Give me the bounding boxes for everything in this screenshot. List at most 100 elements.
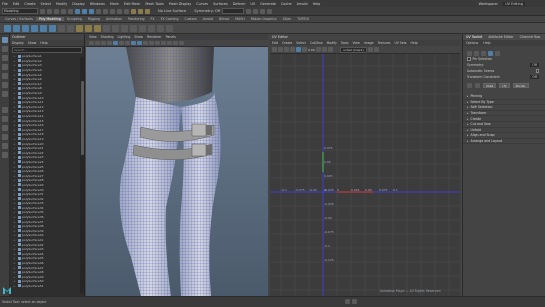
- menu-uv[interactable]: UV: [250, 2, 255, 6]
- lights-icon[interactable]: [155, 40, 160, 46]
- expand-arrow-icon[interactable]: +: [13, 233, 16, 237]
- auto-seams-checkbox[interactable]: [535, 69, 539, 73]
- poly-cylinder-icon[interactable]: [22, 24, 29, 32]
- snap-curve-icon[interactable]: [103, 8, 108, 14]
- auto-map-icon[interactable]: [166, 24, 173, 32]
- menu-edit-mesh[interactable]: Edit Mesh: [124, 2, 141, 6]
- uv-snapshot-icon[interactable]: [328, 47, 333, 52]
- expand-arrow-icon[interactable]: +: [13, 261, 16, 265]
- combine-icon[interactable]: [76, 24, 83, 32]
- expand-arrow-icon[interactable]: +: [13, 77, 16, 81]
- expand-arrow-icon[interactable]: +: [13, 91, 16, 95]
- expand-arrow-icon[interactable]: +: [13, 155, 16, 159]
- ambient-occlusion-icon[interactable]: [167, 40, 172, 46]
- expand-arrow-icon[interactable]: +: [13, 109, 16, 113]
- single-view-icon[interactable]: [2, 107, 8, 113]
- expand-arrow-icon[interactable]: +: [13, 137, 16, 141]
- expand-arrow-icon[interactable]: +: [13, 178, 16, 182]
- shell-button[interactable]: Shell: [483, 82, 497, 88]
- select-component-icon[interactable]: [89, 8, 94, 14]
- redo-icon[interactable]: [68, 8, 73, 14]
- symmetry-dropdown[interactable]: Off: [530, 63, 539, 67]
- shadows-icon[interactable]: [161, 40, 166, 46]
- menu-edit[interactable]: Edit: [13, 2, 20, 6]
- uv-toolkit-menu-options[interactable]: Options: [466, 40, 478, 46]
- uv-frame-icon[interactable]: [374, 47, 379, 52]
- expand-arrow-icon[interactable]: +: [13, 54, 16, 58]
- expand-arrow-icon[interactable]: +: [13, 119, 16, 123]
- save-scene-icon[interactable]: [54, 8, 59, 14]
- expand-arrow-icon[interactable]: +: [13, 86, 16, 90]
- image-plane-icon[interactable]: [107, 40, 112, 46]
- paint-select-icon[interactable]: [2, 55, 8, 61]
- expand-arrow-icon[interactable]: +: [13, 229, 16, 233]
- shelf-tab[interactable]: Animation: [103, 17, 125, 21]
- shelf-tab[interactable]: TURTLE: [294, 17, 312, 21]
- menu-file[interactable]: File: [2, 2, 8, 6]
- poly-sphere-icon[interactable]: [4, 24, 11, 32]
- multi-cut-icon[interactable]: [130, 24, 137, 32]
- camera-icon[interactable]: [89, 40, 94, 46]
- render-icon[interactable]: [131, 8, 136, 14]
- shelf-tab[interactable]: FX Caching: [158, 17, 182, 21]
- uv-editor-canvas[interactable]: -0.1 -0.075 -0.05 -0.025 0 0.025 0.05 0.075 0.1 0…: [270, 54, 460, 296]
- new-scene-icon[interactable]: [40, 8, 45, 14]
- expand-arrow-icon[interactable]: +: [13, 169, 16, 173]
- command-line-icon[interactable]: [352, 299, 357, 304]
- graph-layout-icon[interactable]: [2, 152, 8, 158]
- poly-cube-icon[interactable]: [13, 24, 20, 32]
- expand-arrow-icon[interactable]: +: [13, 284, 16, 288]
- snap-point-icon[interactable]: [110, 8, 115, 14]
- move-tool-icon[interactable]: [2, 64, 8, 70]
- tab-channel-box[interactable]: Channel Box: [520, 34, 541, 40]
- tab-attribute-editor[interactable]: Attribute Editor: [488, 34, 513, 40]
- menu-surfaces[interactable]: Surfaces: [213, 2, 228, 6]
- uv-grid-icon[interactable]: [290, 47, 295, 52]
- expand-arrow-icon[interactable]: +: [13, 192, 16, 196]
- uv-toolkit-section[interactable]: ▸ Arrange and Layout: [463, 139, 545, 145]
- expand-arrow-icon[interactable]: +: [13, 100, 16, 104]
- expand-arrow-icon[interactable]: +: [13, 63, 16, 67]
- expand-arrow-icon[interactable]: +: [13, 197, 16, 201]
- shelf-tab[interactable]: MASH: [232, 17, 247, 21]
- outliner-layout-icon[interactable]: [2, 134, 8, 140]
- shell-mode-icon[interactable]: [495, 50, 500, 56]
- edge-mode-icon[interactable]: [474, 50, 479, 56]
- select-tool-icon[interactable]: [2, 37, 8, 43]
- poly-plane-icon[interactable]: [49, 24, 56, 32]
- shelf-tab[interactable]: Rigging: [85, 17, 103, 21]
- expand-arrow-icon[interactable]: +: [13, 174, 16, 178]
- expand-arrow-icon[interactable]: +: [13, 82, 16, 86]
- expand-arrow-icon[interactable]: +: [13, 215, 16, 219]
- menu-arnold[interactable]: Arnold: [297, 2, 308, 6]
- expand-arrow-icon[interactable]: +: [13, 220, 16, 224]
- grow-selection-icon[interactable]: [467, 82, 472, 88]
- film-gate-icon[interactable]: [119, 40, 124, 46]
- expand-arrow-icon[interactable]: +: [13, 238, 16, 242]
- attribute-editor-toggle-icon[interactable]: [253, 8, 259, 14]
- uv-mode-icon[interactable]: [488, 50, 493, 56]
- quick-field[interactable]: [222, 8, 245, 14]
- expand-arrow-icon[interactable]: +: [13, 123, 16, 127]
- shelf-tab[interactable]: Curves / Surfaces: [2, 17, 36, 21]
- shelf-tab[interactable]: Motion Graphics: [248, 17, 280, 21]
- expand-arrow-icon[interactable]: +: [13, 73, 16, 77]
- transform-constraint-dropdown[interactable]: Off: [530, 75, 539, 79]
- expand-arrow-icon[interactable]: +: [13, 96, 16, 100]
- poly-disc-icon[interactable]: [58, 24, 65, 32]
- expand-arrow-icon[interactable]: +: [13, 201, 16, 205]
- 3d-viewport[interactable]: [86, 47, 268, 296]
- uv-toolkit-menu-help[interactable]: Help: [483, 40, 490, 46]
- ipr-render-icon[interactable]: [138, 8, 143, 14]
- shelf-tab[interactable]: Bifrost: [216, 17, 232, 21]
- undo-icon[interactable]: [61, 8, 66, 14]
- expand-arrow-icon[interactable]: +: [13, 224, 16, 228]
- uv-image-icon[interactable]: [296, 47, 301, 52]
- lasso-tool-icon[interactable]: [2, 46, 8, 52]
- menu-mesh[interactable]: Mesh: [110, 2, 119, 6]
- expand-arrow-icon[interactable]: +: [13, 188, 16, 192]
- menu-deform[interactable]: Deform: [233, 2, 246, 6]
- menu-cache[interactable]: Cache: [281, 2, 292, 6]
- snap-grid-icon[interactable]: [96, 8, 101, 14]
- shrink-selection-icon[interactable]: [475, 82, 480, 88]
